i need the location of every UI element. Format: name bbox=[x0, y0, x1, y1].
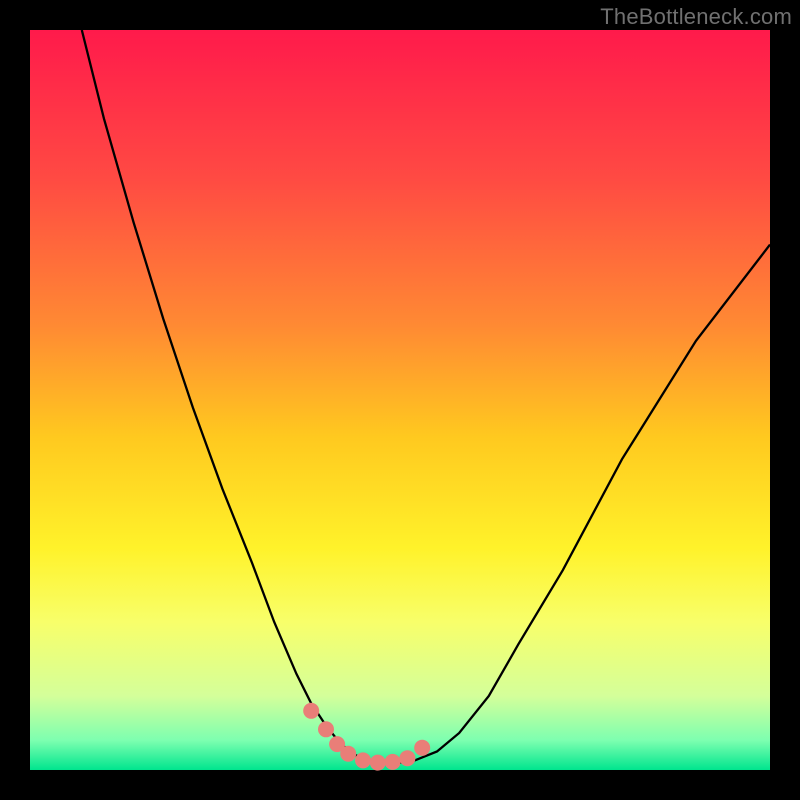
chart-frame: TheBottleneck.com bbox=[0, 0, 800, 800]
chart-svg bbox=[0, 0, 800, 800]
highlight-marker bbox=[414, 740, 430, 756]
highlight-marker bbox=[355, 752, 371, 768]
highlight-marker bbox=[303, 703, 319, 719]
highlight-marker bbox=[318, 721, 334, 737]
watermark-text: TheBottleneck.com bbox=[600, 4, 792, 30]
highlight-marker bbox=[340, 746, 356, 762]
highlight-marker bbox=[385, 754, 401, 770]
highlight-marker bbox=[370, 755, 386, 771]
highlight-marker bbox=[399, 750, 415, 766]
